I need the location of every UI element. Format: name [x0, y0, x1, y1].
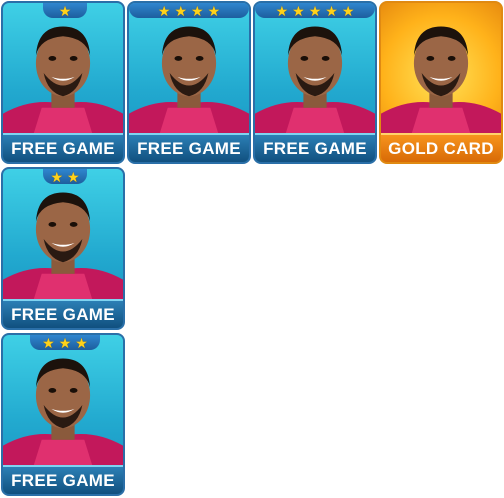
star-rating: ★ [43, 3, 87, 18]
card-label: FREE GAME [3, 133, 123, 162]
star-icon: ★ [325, 2, 338, 19]
star-icon: ★ [308, 2, 322, 19]
card-label: FREE GAME [3, 465, 123, 494]
star-icon: ★ [58, 334, 72, 351]
star-rating: ★ ★ ★ ★ ★ [255, 3, 375, 18]
card-label: FREE GAME [3, 299, 123, 328]
player-portrait [3, 358, 123, 471]
star-icon: ★ [67, 168, 80, 185]
star-icon: ★ [191, 2, 204, 19]
player-card-gold[interactable]: GOLD CARD [379, 1, 503, 164]
player-portrait [3, 192, 123, 305]
star-rating: ★ ★ [43, 169, 87, 184]
player-portrait [255, 26, 375, 139]
star-icon: ★ [50, 168, 63, 185]
star-rating: ★ ★ ★ [30, 335, 100, 350]
star-icon: ★ [275, 2, 289, 19]
star-icon: ★ [58, 2, 72, 19]
star-icon: ★ [207, 2, 221, 19]
card-label: FREE GAME [255, 133, 375, 162]
star-icon: ★ [174, 2, 187, 19]
player-card-3-star[interactable]: ★ ★ ★ FREE GAME [1, 333, 125, 496]
card-label: GOLD CARD [381, 133, 501, 162]
star-icon: ★ [341, 2, 355, 19]
card-label: FREE GAME [129, 133, 249, 162]
player-card-4-star[interactable]: ★ ★ ★ ★ FREE GAME [127, 1, 251, 164]
star-icon: ★ [75, 334, 88, 351]
star-icon: ★ [157, 2, 171, 19]
player-portrait [3, 26, 123, 139]
star-icon: ★ [42, 334, 55, 351]
player-card-2-star[interactable]: ★ ★ FREE GAME [1, 167, 125, 330]
player-card-5-star[interactable]: ★ ★ ★ ★ ★ FREE GAME [253, 1, 377, 164]
star-icon: ★ [292, 2, 305, 19]
player-portrait [381, 26, 501, 139]
player-card-1-star[interactable]: ★ FREE GAME [1, 1, 125, 164]
star-rating: ★ ★ ★ ★ [129, 3, 249, 18]
player-portrait [129, 26, 249, 139]
